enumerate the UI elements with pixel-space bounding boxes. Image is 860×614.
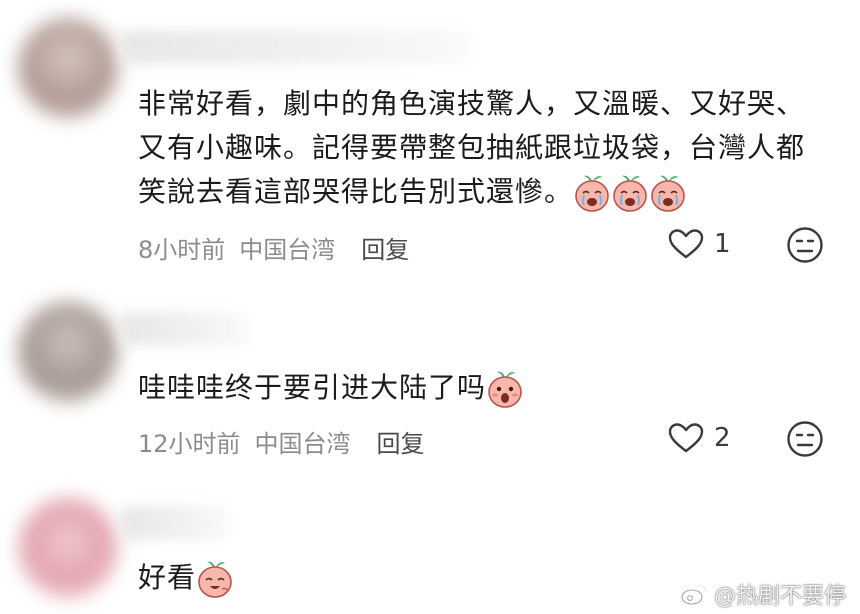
watermark: @热剧不要停	[680, 578, 846, 610]
comment-text-content: 好看	[138, 561, 197, 594]
comment-item: 好看	[0, 0, 860, 614]
username-blurred[interactable]	[120, 506, 230, 540]
peach-happy-emoji-icon	[196, 559, 234, 599]
weibo-logo-icon	[680, 585, 708, 605]
watermark-text: @热剧不要停	[713, 584, 846, 609]
avatar[interactable]	[18, 498, 118, 598]
